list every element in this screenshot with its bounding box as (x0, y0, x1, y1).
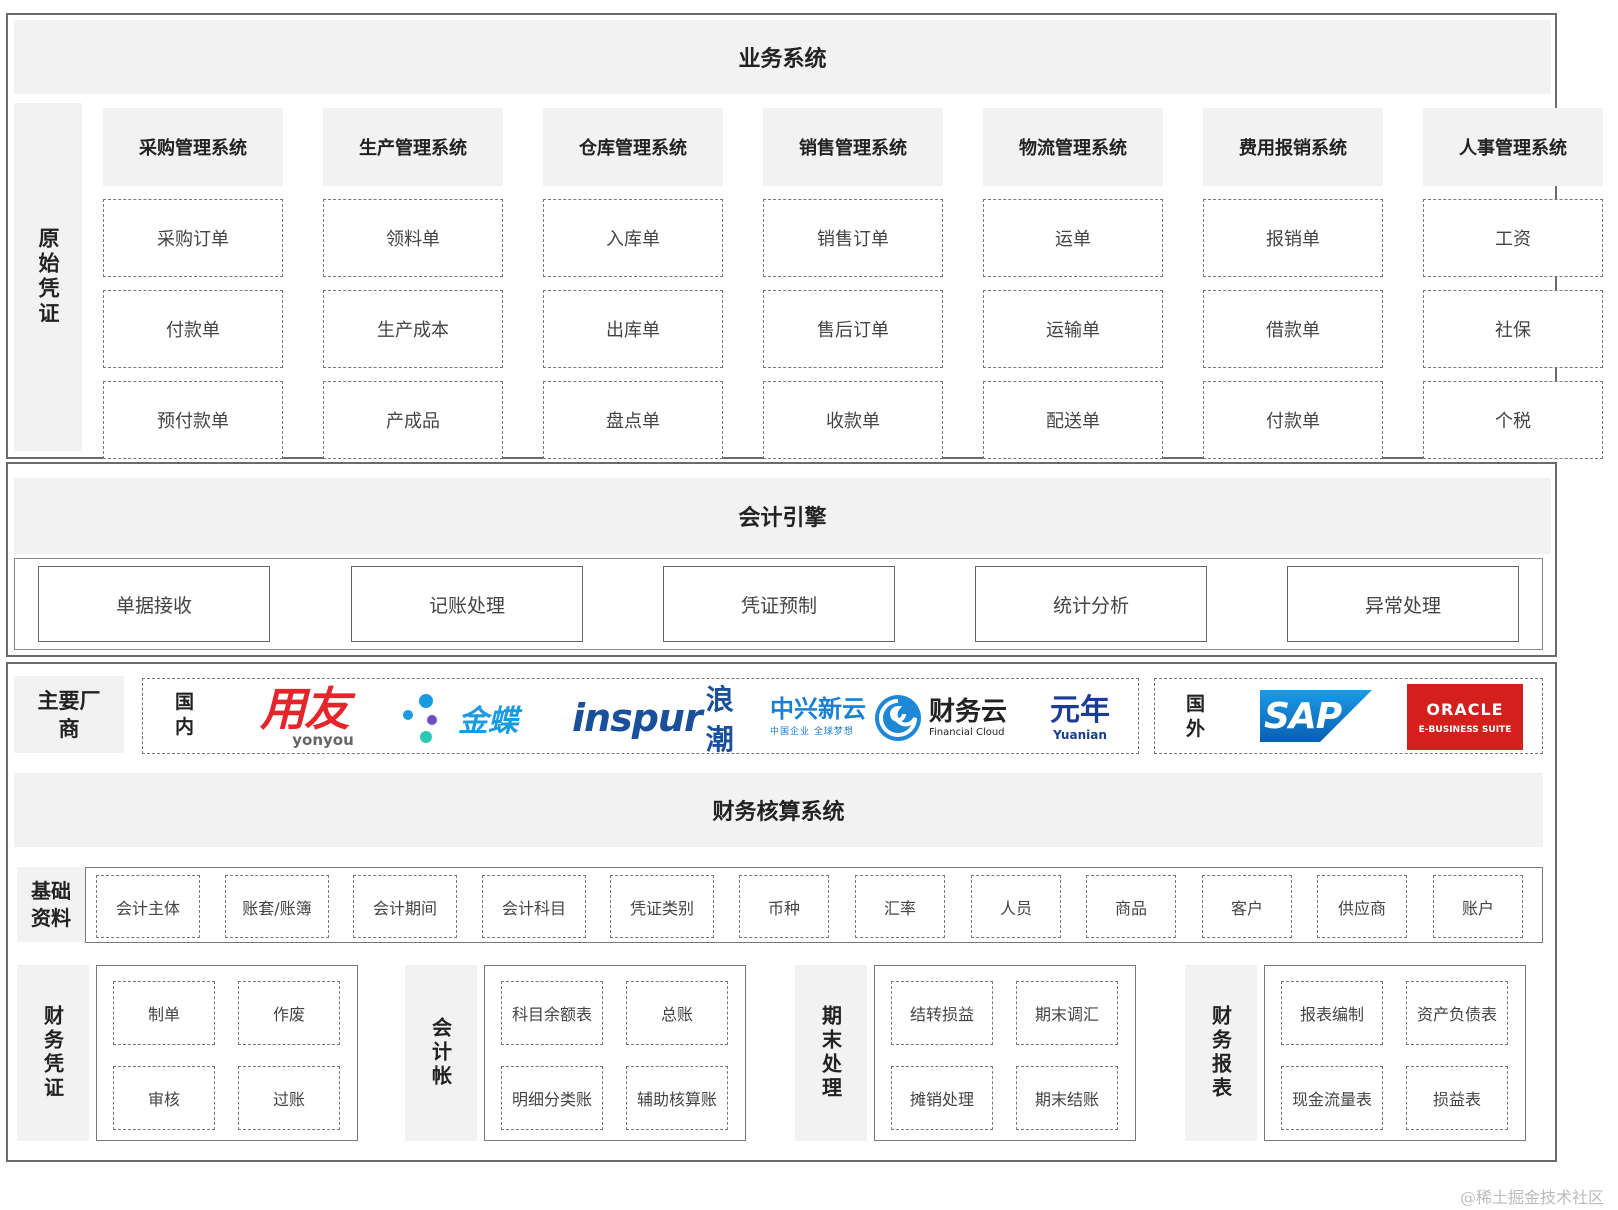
basic-data-item: 客户 (1202, 875, 1292, 938)
basic-data-label: 基础资料 (17, 867, 85, 942)
module-item: 损益表 (1406, 1066, 1508, 1130)
module-item: 辅助核算账 (626, 1066, 728, 1130)
module-item: 制单 (113, 981, 215, 1045)
module-item: 明细分类账 (501, 1066, 603, 1130)
voucher-item: 采购订单 (103, 199, 283, 277)
engine-item: 凭证预制 (663, 566, 895, 642)
basic-data-item: 账户 (1433, 875, 1523, 938)
voucher-item: 盘点单 (543, 381, 723, 459)
caiwuyun-logo: 财务云 Financial Cloud (873, 690, 1018, 745)
voucher-item: 运输单 (983, 290, 1163, 368)
basic-data-item: 汇率 (855, 875, 945, 938)
business-systems-grid: 采购管理系统 采购订单 付款单 预付款单 生产管理系统 领料单 生产成本 产成品 仓库管理系统入… (103, 108, 1603, 470)
caiwuyun-swirl-icon (875, 694, 921, 741)
module-item: 审核 (113, 1066, 215, 1130)
voucher-item: 付款单 (1203, 381, 1383, 459)
voucher-item: 出库单 (543, 290, 723, 368)
engine-item: 记账处理 (351, 566, 583, 642)
yonyou-logo: 用友 yonyou (260, 682, 354, 749)
system-header: 仓库管理系统 (543, 108, 723, 186)
module-item: 期末结账 (1016, 1066, 1118, 1130)
oracle-logo: ORACLE E-BUSINESS SUITE (1407, 684, 1523, 750)
basic-data-item: 商品 (1086, 875, 1176, 938)
basic-data-item: 会计科目 (482, 875, 586, 938)
business-systems-title: 业务系统 (14, 20, 1551, 94)
basic-data-item: 凭证类别 (610, 875, 714, 938)
module-item: 期末调汇 (1016, 981, 1118, 1045)
voucher-item: 借款单 (1203, 290, 1383, 368)
vendors-label: 主要厂商 (14, 676, 124, 753)
original-voucher-label: 原始凭证 (14, 103, 82, 451)
engine-item: 统计分析 (975, 566, 1207, 642)
system-header: 物流管理系统 (983, 108, 1163, 186)
voucher-item: 配送单 (983, 381, 1163, 459)
system-header: 生产管理系统 (323, 108, 503, 186)
domestic-label: 国内 (175, 691, 195, 738)
voucher-item: 售后订单 (763, 290, 943, 368)
voucher-item: 销售订单 (763, 199, 943, 277)
module-item: 总账 (626, 981, 728, 1045)
system-header: 人事管理系统 (1423, 108, 1603, 186)
module-label: 会计帐 (405, 965, 477, 1141)
basic-data-item: 币种 (739, 875, 829, 938)
engine-item: 单据接收 (38, 566, 270, 642)
basic-data-item: 会计主体 (96, 875, 200, 938)
voucher-item: 预付款单 (103, 381, 283, 459)
voucher-item: 产成品 (323, 381, 503, 459)
voucher-item: 工资 (1423, 199, 1603, 277)
module-label: 财务凭证 (17, 965, 89, 1141)
module-item: 现金流量表 (1281, 1066, 1383, 1130)
system-header: 费用报销系统 (1203, 108, 1383, 186)
foreign-label: 国外 (1186, 693, 1206, 740)
module-item: 作废 (238, 981, 340, 1045)
voucher-item: 领料单 (323, 199, 503, 277)
accounting-engine-title: 会计引擎 (14, 478, 1551, 554)
module-item: 结转损益 (891, 981, 993, 1045)
engine-item: 异常处理 (1287, 566, 1519, 642)
voucher-item: 收款单 (763, 381, 943, 459)
watermark: @稀土掘金技术社区 (1459, 1188, 1604, 1207)
system-header: 采购管理系统 (103, 108, 283, 186)
voucher-item: 个税 (1423, 381, 1603, 459)
module-item: 报表编制 (1281, 981, 1383, 1045)
module-item: 过账 (238, 1066, 340, 1130)
module-label: 财务报表 (1185, 965, 1257, 1141)
voucher-item: 社保 (1423, 290, 1603, 368)
voucher-item: 入库单 (543, 199, 723, 277)
kingdee-logo: 金蝶 (400, 690, 545, 745)
kingdee-dots-icon (403, 694, 437, 743)
zte-logo: 中兴新云 中国企业 全球梦想 (770, 695, 866, 737)
module-item: 资产负债表 (1406, 981, 1508, 1045)
basic-data-item: 人员 (971, 875, 1061, 938)
sap-logo: SAP (1260, 690, 1372, 742)
module-item: 摊销处理 (891, 1066, 993, 1130)
module-label: 期末处理 (795, 965, 867, 1141)
finance-system-title: 财务核算系统 (14, 773, 1543, 847)
voucher-item: 报销单 (1203, 199, 1383, 277)
voucher-item: 生产成本 (323, 290, 503, 368)
basic-data-item: 账套/账簿 (225, 875, 329, 938)
yuanian-logo: 元年 Yuanian (1050, 692, 1110, 742)
basic-data-item: 供应商 (1317, 875, 1407, 938)
inspur-logo: inspur 浪潮 (572, 682, 734, 756)
voucher-item: 付款单 (103, 290, 283, 368)
module-item: 科目余额表 (501, 981, 603, 1045)
system-header: 销售管理系统 (763, 108, 943, 186)
basic-data-item: 会计期间 (353, 875, 457, 938)
voucher-item: 运单 (983, 199, 1163, 277)
